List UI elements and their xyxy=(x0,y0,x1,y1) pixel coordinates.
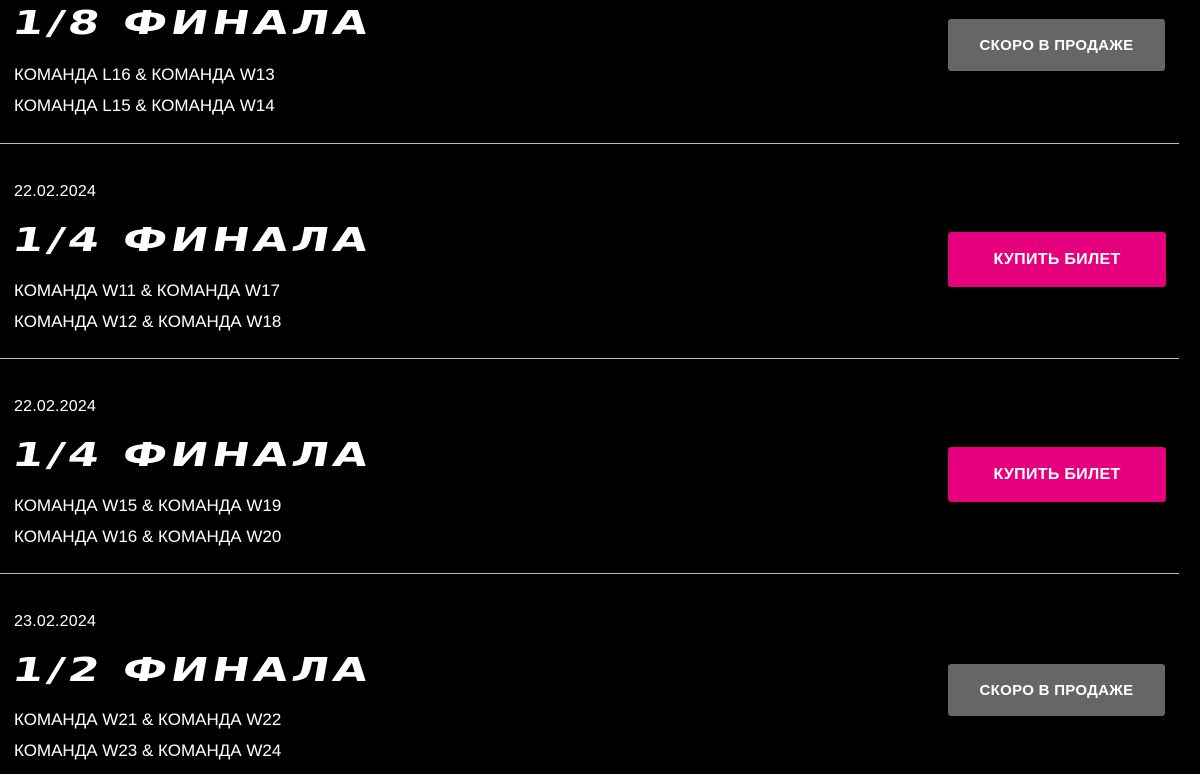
stage-title: 1/8 ФИНАЛА xyxy=(9,3,376,42)
stage-title: 1/4 ФИНАЛА xyxy=(9,220,376,259)
buy-ticket-button[interactable]: КУПИТЬ БИЛЕТ xyxy=(948,232,1166,287)
match-pair: КОМАНДА L16 & КОМАНДА W13 xyxy=(14,65,275,84)
match-card: 1/8 ФИНАЛА КОМАНДА L16 & КОМАНДА W13 КОМ… xyxy=(0,0,1179,143)
match-pair: КОМАНДА W11 & КОМАНДА W17 xyxy=(14,281,281,300)
stage-title: 1/4 ФИНАЛА xyxy=(9,435,376,474)
match-pair: КОМАНДА W23 & КОМАНДА W24 xyxy=(14,741,282,760)
match-date: 22.02.2024 xyxy=(14,398,97,415)
match-pair: КОМАНДА W16 & КОМАНДА W20 xyxy=(14,527,282,546)
match-card: 22.02.2024 1/4 ФИНАЛА КОМАНДА W11 & КОМА… xyxy=(0,144,1179,358)
match-pair: КОМАНДА W12 & КОМАНДА W18 xyxy=(14,312,282,331)
match-card: 22.02.2024 1/4 ФИНАЛА КОМАНДА W15 & КОМА… xyxy=(0,359,1179,573)
match-card: 23.02.2024 1/2 ФИНАЛА КОМАНДА W21 & КОМА… xyxy=(0,574,1179,774)
stage-title: 1/2 ФИНАЛА xyxy=(9,650,376,689)
match-pair: КОМАНДА W15 & КОМАНДА W19 xyxy=(14,496,282,515)
match-schedule: 1/8 ФИНАЛА КОМАНДА L16 & КОМАНДА W13 КОМ… xyxy=(0,0,1200,774)
coming-soon-button[interactable]: СКОРО В ПРОДАЖЕ xyxy=(948,664,1165,716)
match-date: 22.02.2024 xyxy=(14,183,97,200)
match-pair: КОМАНДА L15 & КОМАНДА W14 xyxy=(14,96,275,115)
buy-ticket-button[interactable]: КУПИТЬ БИЛЕТ xyxy=(948,447,1166,502)
match-pair: КОМАНДА W21 & КОМАНДА W22 xyxy=(14,710,282,729)
coming-soon-button[interactable]: СКОРО В ПРОДАЖЕ xyxy=(948,19,1165,71)
match-date: 23.02.2024 xyxy=(14,613,97,630)
